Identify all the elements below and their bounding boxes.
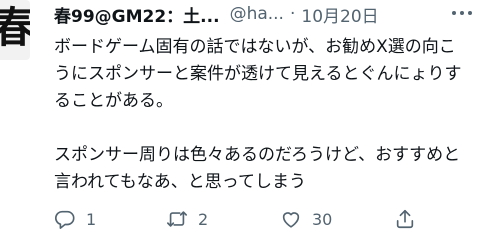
reply-count: 1	[86, 209, 97, 229]
tweet-actions: 1 2 30	[54, 208, 474, 232]
author-handle[interactable]: @ha...	[230, 4, 284, 24]
tweet-body: ボードゲーム固有の話ではないが、お勧めX選の向こうにスポンサーと案件が透けて見え…	[54, 34, 470, 196]
reply-icon	[54, 210, 75, 229]
reply-button[interactable]: 1	[54, 208, 96, 230]
share-button[interactable]	[394, 208, 416, 230]
tweet-header: 春99@GM22：土... @ha... · 10月20日	[54, 2, 379, 27]
author-name[interactable]: 春99@GM22：土...	[54, 2, 220, 27]
like-count: 30	[312, 209, 333, 229]
more-options-icon[interactable]	[452, 4, 472, 22]
avatar[interactable]: 春	[0, 0, 30, 60]
tweet-paragraph-1: ボードゲーム固有の話ではないが、お勧めX選の向こうにスポンサーと案件が透けて見え…	[54, 37, 462, 111]
retweet-count: 2	[198, 209, 209, 229]
tweet[interactable]: 春 春99@GM22：土... @ha... · 10月20日 ボードゲーム固有…	[0, 0, 480, 242]
tweet-date[interactable]: 10月20日	[301, 2, 378, 27]
tweet-paragraph-2: スポンサー周りは色々あるのだろうけど、おすすめと言われてもなあ、と思ってしまう	[54, 145, 461, 192]
header-separator: ·	[289, 4, 296, 24]
share-icon	[396, 209, 414, 229]
retweet-button[interactable]: 2	[166, 208, 208, 230]
like-button[interactable]: 30	[280, 208, 332, 230]
heart-icon	[282, 212, 300, 228]
avatar-glyph: 春	[0, 3, 30, 52]
retweet-icon	[167, 211, 187, 227]
